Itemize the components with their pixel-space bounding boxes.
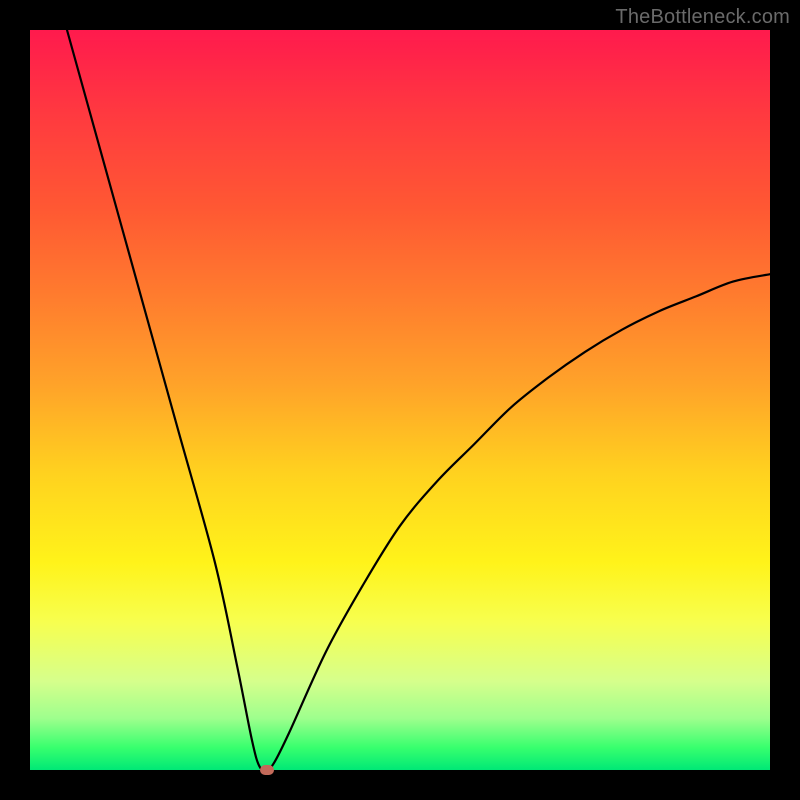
watermark-text: TheBottleneck.com: [615, 6, 790, 29]
curve-svg: [30, 30, 770, 770]
plot-area: [30, 30, 770, 770]
chart-frame: TheBottleneck.com: [0, 0, 800, 800]
bottleneck-curve-path: [67, 30, 770, 770]
optimum-marker: [260, 765, 274, 775]
